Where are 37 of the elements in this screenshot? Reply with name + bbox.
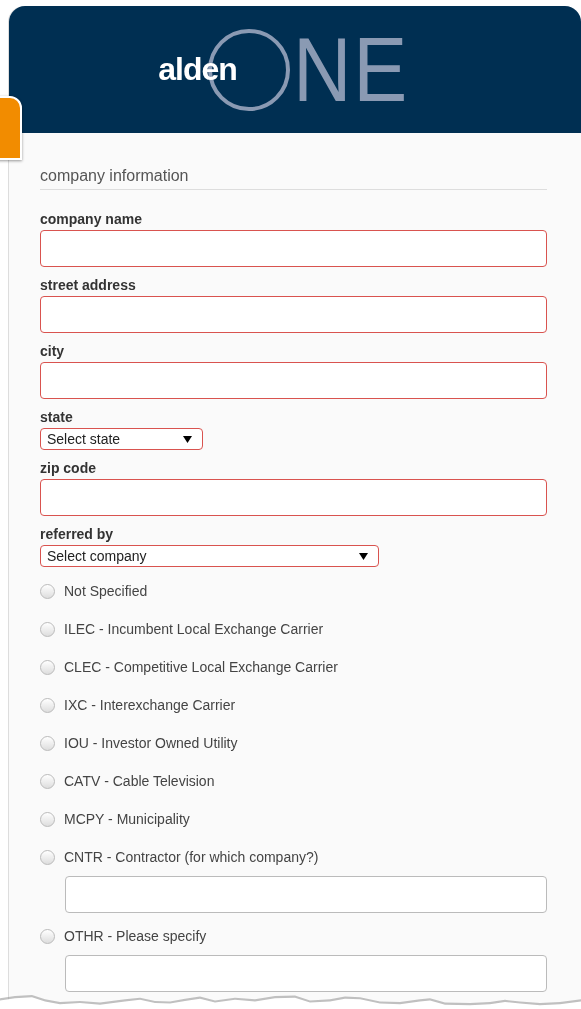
text-field[interactable]: [40, 296, 547, 333]
radio-label: ILEC - Incumbent Local Exchange Carrier: [64, 621, 324, 637]
radio-label: CATV - Cable Television: [64, 773, 215, 789]
text-field[interactable]: [40, 362, 547, 399]
radio-button[interactable]: [40, 849, 55, 865]
radio-label: Not Specified: [64, 583, 148, 599]
radio-label: IOU - Investor Owned Utility: [64, 735, 238, 751]
caret-icon: [359, 552, 368, 560]
field-label: referred by: [40, 526, 115, 542]
radio-label: OTHR - Please specify: [64, 928, 207, 944]
radio-label: MCPY - Municipality: [64, 811, 190, 827]
radio-label: CNTR - Contractor (for which company?): [64, 849, 319, 865]
radio-button[interactable]: [40, 659, 55, 675]
radio-button[interactable]: [40, 583, 55, 599]
section-title: company information: [40, 167, 547, 190]
field-label: city: [40, 343, 66, 359]
radio-button[interactable]: [40, 621, 55, 637]
radio-label: CLEC - Competitive Local Exchange Carrier: [64, 659, 338, 675]
caret-icon: [183, 435, 192, 443]
radio-label: IXC - Interexchange Carrier: [64, 697, 236, 713]
field-label: street address: [40, 277, 137, 293]
radio-button[interactable]: [40, 811, 55, 827]
radio-button[interactable]: [40, 928, 55, 944]
field-label: company name: [40, 211, 143, 227]
radio-button[interactable]: [40, 735, 55, 751]
text-field[interactable]: [65, 955, 547, 992]
text-field[interactable]: [40, 479, 547, 516]
text-field[interactable]: [40, 230, 547, 267]
radio-button[interactable]: [40, 697, 55, 713]
radio-button[interactable]: [40, 773, 55, 789]
text-field[interactable]: [65, 876, 547, 913]
logo-text: NE: [292, 24, 409, 115]
field-label: zip code: [40, 460, 97, 476]
field-label: state: [40, 409, 74, 425]
select-dropdown[interactable]: Select company: [40, 545, 379, 567]
logo-text: alden: [158, 51, 237, 88]
select-dropdown[interactable]: Select state: [40, 428, 203, 450]
